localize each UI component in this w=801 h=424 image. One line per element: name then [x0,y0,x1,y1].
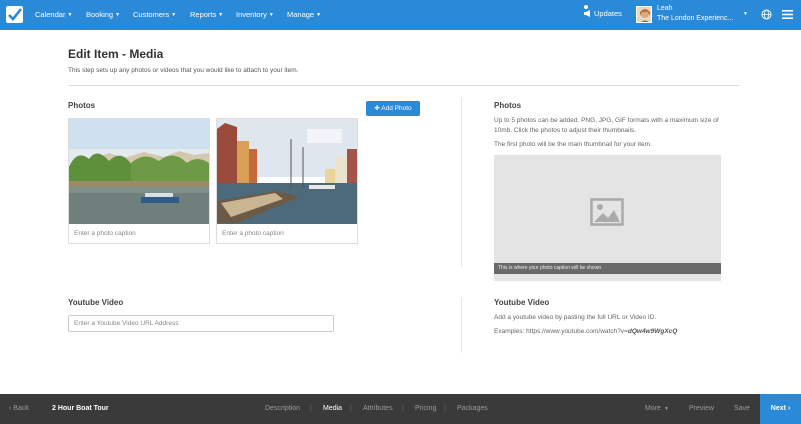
nav-customers[interactable]: Customers ▼ [133,10,176,19]
chevron-down-icon: ▼ [67,12,73,18]
nav-manage-label: Manage [287,10,315,19]
chevron-down-icon: ▼ [316,12,322,18]
hamburger-menu-icon[interactable] [782,10,793,19]
youtube-help-text: Add a youtube video by pasting the full … [494,314,657,321]
nav-manage[interactable]: Manage ▼ [287,10,321,19]
chevron-right-icon: › [785,405,791,412]
add-photo-label: Add Photo [381,105,412,112]
step-separator: | [350,405,352,412]
photo-thumbnail-canal-boats[interactable] [217,119,357,224]
nav-reports[interactable]: Reports ▼ [190,10,223,19]
preview-caption-bar: This is where your photo caption will be… [494,263,721,274]
avatar[interactable] [636,6,652,23]
item-title: 2 Hour Boat Tour [52,405,109,412]
photo-caption-input[interactable]: Enter a photo caption [74,230,136,237]
step-separator: | [310,405,312,412]
photo-card: Enter a photo caption [68,118,210,244]
updates-button[interactable]: Updates [583,5,622,18]
photos-help-text: Up to 5 photos can be added. PNG, JPG, G… [494,117,719,134]
photos-heading: Photos [68,101,96,110]
preview-button[interactable]: Preview [689,405,714,412]
photos-help-heading: Photos [494,101,522,110]
add-photo-button[interactable]: ✚ Add Photo [366,101,420,116]
photo-caption-input[interactable]: Enter a photo caption [222,230,284,237]
user-menu-chevron-down-icon[interactable]: ▼ [743,11,748,17]
photo-preview-placeholder: This is where your photo caption will be… [494,155,721,281]
step-packages[interactable]: Packages [457,405,488,412]
megaphone-icon [584,10,590,17]
nav-inventory-label: Inventory [236,10,267,19]
nav-booking[interactable]: Booking ▼ [86,10,120,19]
youtube-url-input[interactable]: Enter a Youtube Video URL Address [68,315,334,332]
step-separator: | [402,405,404,412]
chevron-down-icon: ▼ [268,12,274,18]
more-label: More [645,405,661,412]
back-label: Back [13,405,29,412]
step-attributes[interactable]: Attributes [363,405,393,412]
step-media[interactable]: Media [323,405,342,412]
notification-dot [584,5,588,9]
youtube-example-prefix: Examples: https://www.youtube.com/watch?… [494,328,628,335]
bottom-action-bar: ‹ Back 2 Hour Boat Tour Description | Me… [0,394,801,424]
youtube-example-id: dQw4w9WgXcQ [627,328,678,335]
photos-help-thumbnail-text: The first photo will be the main thumbna… [494,141,652,148]
step-separator: | [444,405,446,412]
user-company[interactable]: The London Experienc... [657,15,733,22]
nav-calendar[interactable]: Calendar ▼ [35,10,72,19]
chevron-down-icon: ▼ [171,12,177,18]
nav-reports-label: Reports [190,10,217,19]
chevron-down-icon: ▼ [218,12,224,18]
page-title: Edit Item - Media [68,47,164,61]
next-label: Next [770,405,786,412]
image-placeholder-icon [590,198,624,226]
updates-label: Updates [594,9,622,18]
page-subtitle: This step sets up any photos or videos t… [68,67,299,74]
nav-calendar-label: Calendar [35,10,66,19]
more-dropdown[interactable]: More ▼ [645,405,669,412]
step-pricing[interactable]: Pricing [415,405,436,412]
chevron-down-icon: ▼ [115,12,121,18]
nav-customers-label: Customers [133,10,170,19]
step-description[interactable]: Description [265,405,300,412]
globe-icon[interactable] [761,9,772,20]
photo-thumbnail-river-trees[interactable] [69,119,209,224]
next-button[interactable]: Next › [760,394,801,424]
save-button[interactable]: Save [734,405,750,412]
app-logo-checkmark-icon[interactable] [6,6,23,23]
back-button[interactable]: ‹ Back [9,405,29,412]
user-name[interactable]: Leah [657,5,673,12]
header-divider [68,85,740,86]
youtube-example: Examples: https://www.youtube.com/watch?… [494,327,724,337]
nav-inventory[interactable]: Inventory ▼ [236,10,274,19]
youtube-help-heading: Youtube Video [494,298,550,307]
chevron-down-icon: ▼ [663,406,669,412]
youtube-heading: Youtube Video [68,298,124,307]
photo-card: Enter a photo caption [216,118,358,244]
nav-booking-label: Booking [86,10,114,19]
top-navigation-bar: Calendar ▼ Booking ▼ Customers ▼ Reports ▼ I… [0,0,801,30]
column-divider [461,98,462,268]
column-divider [461,298,462,353]
